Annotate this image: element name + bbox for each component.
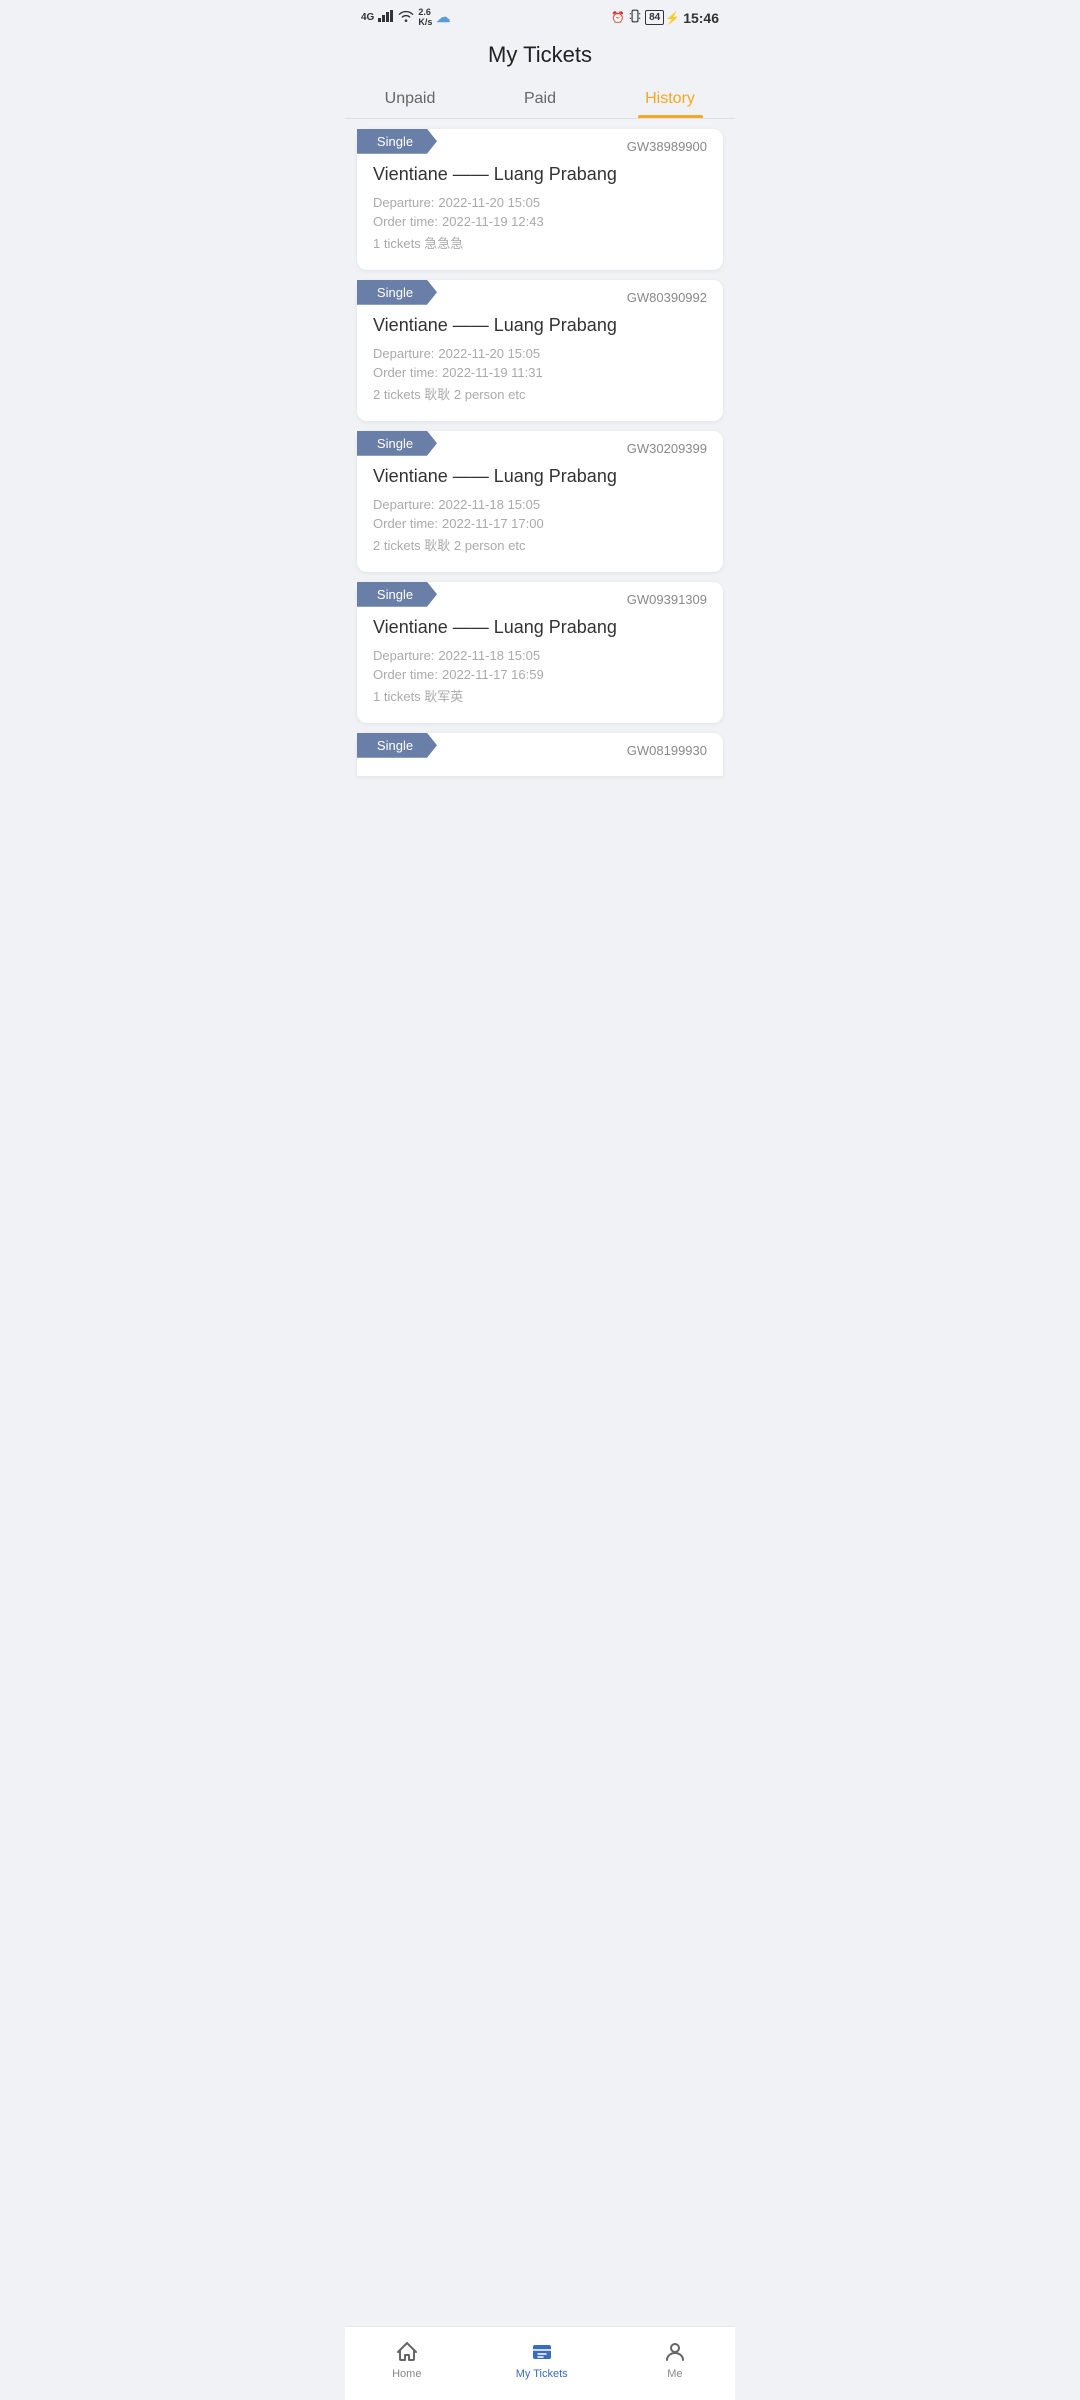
order-id: GW80390992 bbox=[627, 280, 707, 305]
ticket-list: Single GW38989900 Vientiane —— Luang Pra… bbox=[345, 119, 735, 876]
tab-paid[interactable]: Paid bbox=[475, 76, 605, 118]
network-indicator: 4G bbox=[361, 12, 374, 23]
ticket-card[interactable]: Single GW09391309 Vientiane —— Luang Pra… bbox=[357, 582, 723, 723]
ticket-type-badge: Single bbox=[357, 582, 437, 607]
tickets-icon bbox=[529, 2339, 555, 2365]
tickets-value: 1 tickets 耿军英 bbox=[373, 686, 463, 705]
speed-text: 2.6K/s bbox=[418, 8, 432, 28]
tickets-value: 1 tickets 急急急 bbox=[373, 233, 463, 252]
ticket-type-badge: Single bbox=[357, 280, 437, 305]
tickets-row: 2 tickets 耿耿 2 person etc bbox=[357, 382, 723, 405]
ticket-type-badge: Single bbox=[357, 431, 437, 456]
order-time-row: Order time: 2022-11-17 17:00 bbox=[357, 514, 723, 533]
departure-value: 2022-11-18 15:05 bbox=[438, 497, 540, 512]
status-right: ⏰ 84 ⚡ 15:46 bbox=[611, 9, 719, 26]
departure-row: Departure: 2022-11-20 15:05 bbox=[357, 344, 723, 363]
tickets-value: 2 tickets 耿耿 2 person etc bbox=[373, 535, 525, 554]
ticket-card[interactable]: Single GW80390992 Vientiane —— Luang Pra… bbox=[357, 280, 723, 421]
nav-me-label: Me bbox=[667, 2368, 682, 2380]
cloud-icon: ☁ bbox=[436, 9, 450, 26]
departure-row: Departure: 2022-11-18 15:05 bbox=[357, 646, 723, 665]
order-id: GW30209399 bbox=[627, 431, 707, 456]
tabs-container: Unpaid Paid History bbox=[345, 76, 735, 119]
ticket-type-badge: Single bbox=[357, 129, 437, 154]
vibrate-icon bbox=[628, 9, 642, 26]
alarm-icon: ⏰ bbox=[611, 11, 625, 24]
card-header: Single GW80390992 bbox=[357, 280, 723, 305]
ticket-card[interactable]: Single GW30209399 Vientiane —— Luang Pra… bbox=[357, 431, 723, 572]
departure-label: Departure: bbox=[373, 648, 434, 663]
ticket-type-badge: Single bbox=[357, 733, 437, 758]
person-icon bbox=[662, 2339, 688, 2365]
order-time-label: Order time: bbox=[373, 214, 438, 229]
card-header: Single GW30209399 bbox=[357, 431, 723, 456]
ticket-card-partial[interactable]: Single GW08199930 bbox=[357, 733, 723, 776]
nav-mytickets[interactable]: My Tickets bbox=[496, 2335, 588, 2384]
order-time-value: 2022-11-19 12:43 bbox=[442, 214, 544, 229]
status-left: 4G 2.6K/s ☁ bbox=[361, 8, 450, 28]
order-time-row: Order time: 2022-11-19 12:43 bbox=[357, 212, 723, 231]
departure-label: Departure: bbox=[373, 346, 434, 361]
order-id: GW08199930 bbox=[627, 733, 707, 758]
route: Vientiane —— Luang Prabang bbox=[357, 315, 723, 336]
tab-history[interactable]: History bbox=[605, 76, 735, 118]
order-time-label: Order time: bbox=[373, 516, 438, 531]
card-header: Single GW38989900 bbox=[357, 129, 723, 154]
tickets-value: 2 tickets 耿耿 2 person etc bbox=[373, 384, 525, 403]
departure-value: 2022-11-20 15:05 bbox=[438, 195, 540, 210]
nav-home-label: Home bbox=[392, 2368, 421, 2380]
tickets-row: 1 tickets 耿军英 bbox=[357, 684, 723, 707]
bottom-navigation: Home My Tickets Me bbox=[345, 2326, 735, 2400]
order-id: GW09391309 bbox=[627, 582, 707, 607]
tab-unpaid[interactable]: Unpaid bbox=[345, 76, 475, 118]
status-bar: 4G 2.6K/s ☁ ⏰ 84 ⚡ 15:46 bbox=[345, 0, 735, 32]
departure-label: Departure: bbox=[373, 195, 434, 210]
ticket-card[interactable]: Single GW38989900 Vientiane —— Luang Pra… bbox=[357, 129, 723, 270]
nav-mytickets-label: My Tickets bbox=[516, 2368, 568, 2380]
departure-value: 2022-11-20 15:05 bbox=[438, 346, 540, 361]
status-time: 15:46 bbox=[683, 10, 719, 26]
tickets-row: 2 tickets 耿耿 2 person etc bbox=[357, 533, 723, 556]
page-header: My Tickets bbox=[345, 32, 735, 76]
nav-home[interactable]: Home bbox=[372, 2335, 441, 2384]
order-time-label: Order time: bbox=[373, 365, 438, 380]
nav-me[interactable]: Me bbox=[642, 2335, 708, 2384]
home-icon bbox=[394, 2339, 420, 2365]
route: Vientiane —— Luang Prabang bbox=[357, 466, 723, 487]
order-time-row: Order time: 2022-11-17 16:59 bbox=[357, 665, 723, 684]
order-time-value: 2022-11-19 11:31 bbox=[442, 365, 543, 380]
wifi-icon bbox=[398, 10, 414, 25]
departure-value: 2022-11-18 15:05 bbox=[438, 648, 540, 663]
order-time-value: 2022-11-17 17:00 bbox=[442, 516, 544, 531]
tickets-row: 1 tickets 急急急 bbox=[357, 231, 723, 254]
order-time-row: Order time: 2022-11-19 11:31 bbox=[357, 363, 723, 382]
route: Vientiane —— Luang Prabang bbox=[357, 617, 723, 638]
card-header: Single GW09391309 bbox=[357, 582, 723, 607]
signal-bars bbox=[378, 10, 394, 25]
battery-icon: 84 ⚡ bbox=[645, 10, 680, 25]
order-time-value: 2022-11-17 16:59 bbox=[442, 667, 544, 682]
order-time-label: Order time: bbox=[373, 667, 438, 682]
departure-row: Departure: 2022-11-20 15:05 bbox=[357, 193, 723, 212]
card-header: Single GW08199930 bbox=[357, 733, 723, 758]
order-id: GW38989900 bbox=[627, 129, 707, 154]
page-title: My Tickets bbox=[345, 42, 735, 68]
route: Vientiane —— Luang Prabang bbox=[357, 164, 723, 185]
departure-row: Departure: 2022-11-18 15:05 bbox=[357, 495, 723, 514]
departure-label: Departure: bbox=[373, 497, 434, 512]
